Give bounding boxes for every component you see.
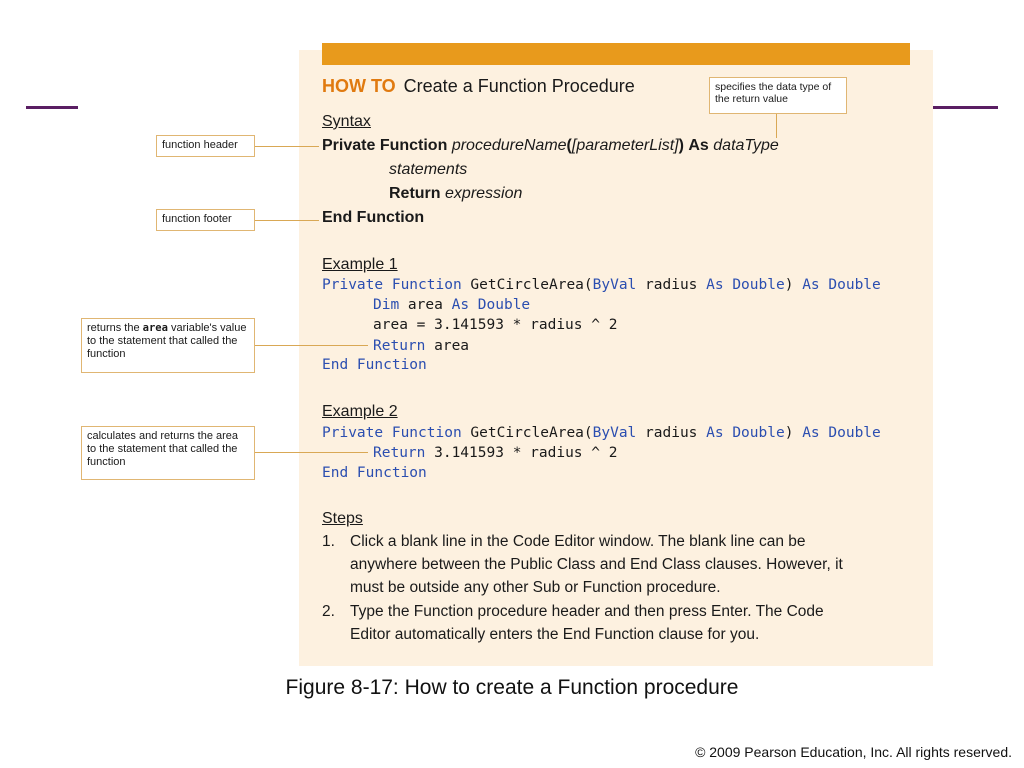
accent-bar [322, 43, 910, 65]
example2-line1: Private Function GetCircleArea(ByVal rad… [322, 425, 881, 441]
callout-footer-line [255, 220, 319, 221]
step1-line1: Click a blank line in the Code Editor wi… [350, 533, 806, 550]
callout-header-line [255, 146, 319, 147]
figure-caption: Figure 8-17: How to create a Function pr… [285, 676, 739, 699]
example1-line2: Dim area As Double [373, 297, 531, 313]
example1-line5: End Function [322, 357, 427, 373]
example1-heading: Example 1 [322, 256, 398, 273]
callout-example2: calculates and returns the area to the s… [81, 426, 255, 480]
copyright-notice: © 2009 Pearson Education, Inc. All right… [695, 744, 1012, 760]
syntax-footer-line: End Function [322, 209, 425, 226]
syntax-return-line: Return expression [389, 185, 523, 202]
step2-number: 2. [322, 603, 335, 620]
example1-line3: area = 3.141593 * radius ^ 2 [373, 317, 618, 333]
example2-line2: Return 3.141593 * radius ^ 2 [373, 445, 618, 461]
step1-line2: anywhere between the Public Class and En… [350, 556, 843, 573]
callout-return-type-line [776, 114, 777, 138]
step2-line2: Editor automatically enters the End Func… [350, 626, 760, 643]
steps-heading: Steps [322, 510, 363, 527]
callout-example1: returns the area variable's value to the… [81, 318, 255, 373]
example1-line1: Private Function GetCircleArea(ByVal rad… [322, 277, 881, 293]
example2-heading: Example 2 [322, 403, 398, 420]
example1-line4: Return area [373, 338, 470, 354]
left-decorative-rule [26, 106, 78, 109]
callout-return-type: specifies the data type of the return va… [709, 77, 847, 114]
syntax-statements: statements [389, 161, 468, 178]
callout-example1-line [255, 345, 368, 346]
callout-function-footer: function footer [156, 209, 255, 231]
step1-line3: must be outside any other Sub or Functio… [350, 579, 721, 596]
howto-title-text: Create a Function Procedure [403, 76, 635, 96]
howto-prefix: HOW TO [322, 76, 396, 96]
example2-line3: End Function [322, 465, 427, 481]
step1-number: 1. [322, 533, 335, 550]
howto-title: HOW TO Create a Function Procedure [322, 76, 635, 97]
syntax-header-line: Private Function procedureName([paramete… [322, 137, 779, 154]
syntax-heading: Syntax [322, 113, 371, 130]
callout-example2-line [255, 452, 368, 453]
right-decorative-rule [932, 106, 998, 109]
callout-function-header: function header [156, 135, 255, 157]
step2-line1: Type the Function procedure header and t… [350, 603, 824, 620]
